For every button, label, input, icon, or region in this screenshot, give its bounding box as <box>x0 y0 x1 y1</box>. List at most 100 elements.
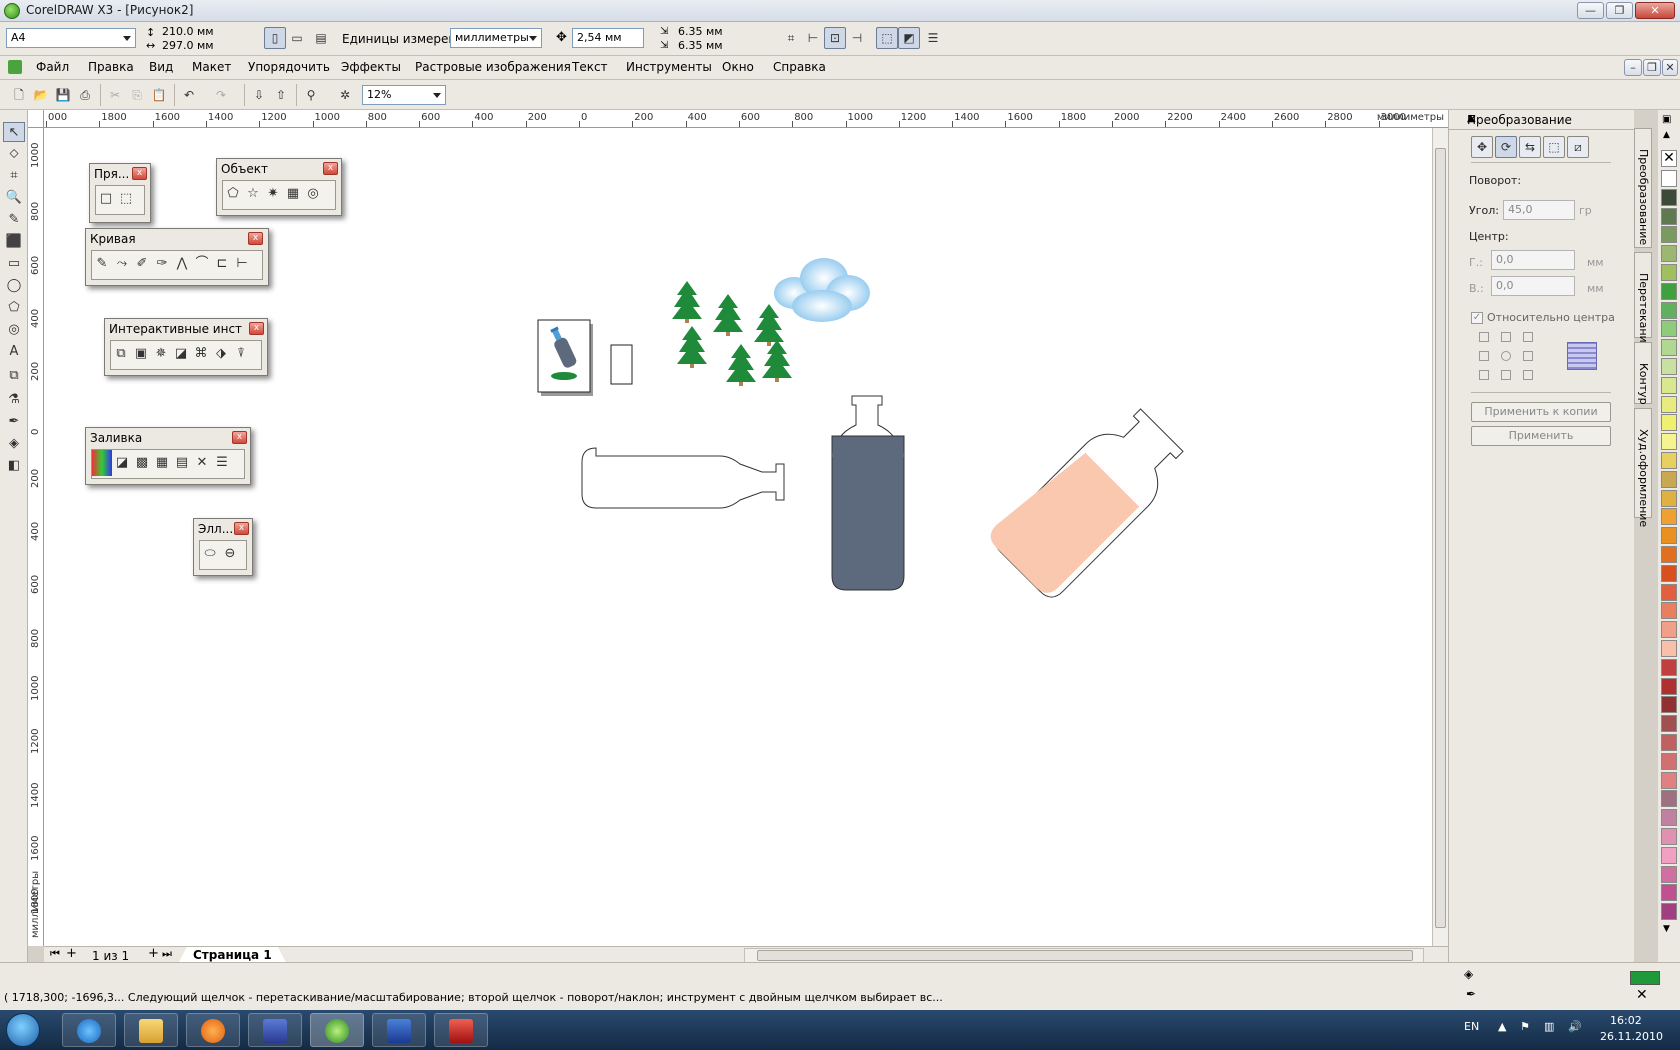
menu-arrange[interactable]: Упорядочить <box>248 60 330 74</box>
paste-icon[interactable]: 📋 <box>148 84 170 106</box>
position-icon[interactable]: ✥ <box>1471 136 1493 158</box>
color-swatch[interactable] <box>1661 564 1677 582</box>
interactive-fill-tool-icon[interactable]: ◧ <box>3 456 25 476</box>
basic-shapes-tool-icon[interactable]: ◎ <box>3 320 25 340</box>
distort-icon[interactable]: ✵ <box>151 341 171 367</box>
duplicate-x-field[interactable]: 6.35 мм <box>674 25 754 40</box>
texture-fill-icon[interactable]: ▦ <box>152 450 172 476</box>
fountain-fill-icon[interactable]: ◪ <box>112 450 132 476</box>
color-swatch[interactable] <box>1661 489 1677 507</box>
three-point-rectangle-icon[interactable]: ⬚ <box>116 186 136 212</box>
outline-tool-icon[interactable]: ✒ <box>3 412 25 432</box>
menu-text[interactable]: Текст <box>572 60 608 74</box>
undo-icon[interactable]: ↶ <box>178 84 200 106</box>
menu-help[interactable]: Справка <box>773 60 826 74</box>
color-swatch[interactable] <box>1661 752 1677 770</box>
color-swatch[interactable] <box>1661 621 1677 639</box>
polygon-icon[interactable]: ⬠ <box>223 181 243 207</box>
color-swatch[interactable] <box>1661 715 1677 733</box>
ellipse-icon[interactable]: ⬭ <box>200 541 220 567</box>
color-swatch[interactable] <box>1661 170 1677 187</box>
drop-shadow-icon[interactable]: ◪ <box>171 341 191 367</box>
action-center-icon[interactable]: ⚑ <box>1520 1020 1530 1033</box>
cut-icon[interactable]: ✂ <box>104 84 126 106</box>
color-swatch[interactable] <box>1661 226 1677 244</box>
horizontal-ruler[interactable]: миллиметры 000 1800 1600 1400 1200 1000 800 600… <box>44 110 1448 128</box>
crop-tool-icon[interactable]: ⌗ <box>3 166 25 186</box>
angle-field[interactable]: 45,0 <box>1503 200 1575 220</box>
page-height-field[interactable]: 297.0 мм <box>158 39 246 54</box>
tab-transformation[interactable]: Преобразование <box>1634 128 1652 248</box>
menu-window[interactable]: Окно <box>722 60 754 74</box>
extrude-icon[interactable]: ⬗ <box>211 341 231 367</box>
apply-to-duplicate-button[interactable]: Применить к копии <box>1471 402 1611 422</box>
interactive-blend-tool-icon[interactable]: ⧉ <box>3 366 25 386</box>
redo-icon[interactable]: ↷ <box>210 84 232 106</box>
apply-button[interactable]: Применить <box>1471 426 1611 446</box>
close-icon[interactable]: x <box>232 431 247 444</box>
paper-size-select[interactable]: A4 <box>6 28 136 48</box>
duplicate-y-field[interactable]: 6.35 мм <box>674 39 754 54</box>
draw-selection-button[interactable]: ◩ <box>898 27 920 49</box>
color-swatch[interactable] <box>1661 320 1677 338</box>
taskbar-save[interactable] <box>248 1013 302 1047</box>
menu-file[interactable]: Файл <box>36 60 69 74</box>
spiral-icon[interactable]: ◎ <box>303 181 323 207</box>
tab-contour[interactable]: Контур <box>1634 342 1652 405</box>
postscript-fill-icon[interactable]: ▤ <box>172 450 192 476</box>
open-icon[interactable]: 📂 <box>30 84 52 106</box>
copy-icon[interactable]: ⎘ <box>126 84 148 106</box>
transparency-icon[interactable]: ⍒ <box>231 341 251 367</box>
color-swatch[interactable] <box>1661 658 1677 676</box>
menu-edit[interactable]: Правка <box>88 60 134 74</box>
framed-bottle-thumbnail[interactable] <box>537 319 593 396</box>
skew-icon[interactable]: ⧄ <box>1567 136 1589 158</box>
blend-icon[interactable]: ⧉ <box>111 341 131 367</box>
color-swatch[interactable] <box>1661 301 1677 319</box>
color-swatch[interactable] <box>1661 865 1677 883</box>
doc-restore-button[interactable]: ❐ <box>1643 59 1661 76</box>
save-icon[interactable]: 💾 <box>52 84 74 106</box>
nudge-field[interactable]: 2,54 мм <box>572 28 644 48</box>
application-launcher-icon[interactable]: ⚲ <box>300 84 322 106</box>
tab-blend[interactable]: Перетекание <box>1634 252 1652 349</box>
clock-date[interactable]: 26.11.2010 <box>1600 1030 1663 1043</box>
color-swatch[interactable] <box>1661 339 1677 357</box>
small-rectangle[interactable] <box>610 344 633 385</box>
color-swatch[interactable] <box>1661 771 1677 789</box>
add-page-after-icon[interactable]: + <box>148 946 159 961</box>
new-icon[interactable]: 🗋 <box>8 84 30 106</box>
doc-minimize-button[interactable]: – <box>1624 59 1642 76</box>
color-swatch[interactable] <box>1661 846 1677 864</box>
color-swatch[interactable] <box>1661 734 1677 751</box>
close-icon[interactable]: x <box>248 232 263 245</box>
fill-flyout[interactable]: Заливка x ◪ ▩ ▦ ▤ ✕ ☰ <box>85 427 251 485</box>
language-indicator[interactable]: EN <box>1464 1020 1479 1033</box>
color-swatch[interactable] <box>1661 677 1677 695</box>
outline-color-icon[interactable]: ✕ <box>1636 987 1648 1003</box>
eyedropper-tool-icon[interactable]: ⚗ <box>3 390 25 410</box>
rotate-icon[interactable]: ⟳ <box>1495 136 1517 158</box>
taskbar-explorer[interactable] <box>124 1013 178 1047</box>
network-icon[interactable]: ▥ <box>1544 1020 1554 1033</box>
doc-close-button[interactable]: ✕ <box>1662 59 1678 76</box>
center-v-field[interactable]: 0,0 <box>1491 276 1575 296</box>
color-swatch[interactable] <box>1661 395 1677 413</box>
vertical-scrollbar[interactable] <box>1432 128 1448 946</box>
restore-button[interactable]: ❐ <box>1606 2 1633 19</box>
color-swatch[interactable] <box>1661 884 1677 902</box>
close-icon[interactable]: x <box>249 322 264 335</box>
envelope-icon[interactable]: ⌘ <box>191 341 211 367</box>
color-swatch[interactable] <box>1661 696 1677 714</box>
color-swatch[interactable] <box>1661 602 1677 620</box>
artistic-media-icon[interactable]: ✐ <box>132 251 152 277</box>
color-swatch[interactable] <box>1661 376 1677 394</box>
size-icon[interactable]: ⬚ <box>1543 136 1565 158</box>
taskbar-autocad[interactable] <box>434 1013 488 1047</box>
portrait-button[interactable]: ▯ <box>264 27 286 49</box>
complex-star-icon[interactable]: ✷ <box>263 181 283 207</box>
color-swatch[interactable] <box>1661 809 1677 827</box>
units-select[interactable]: миллиметры <box>450 28 542 48</box>
freehand-tool-icon[interactable]: ✎ <box>3 210 25 230</box>
color-swatch[interactable] <box>1661 640 1677 657</box>
